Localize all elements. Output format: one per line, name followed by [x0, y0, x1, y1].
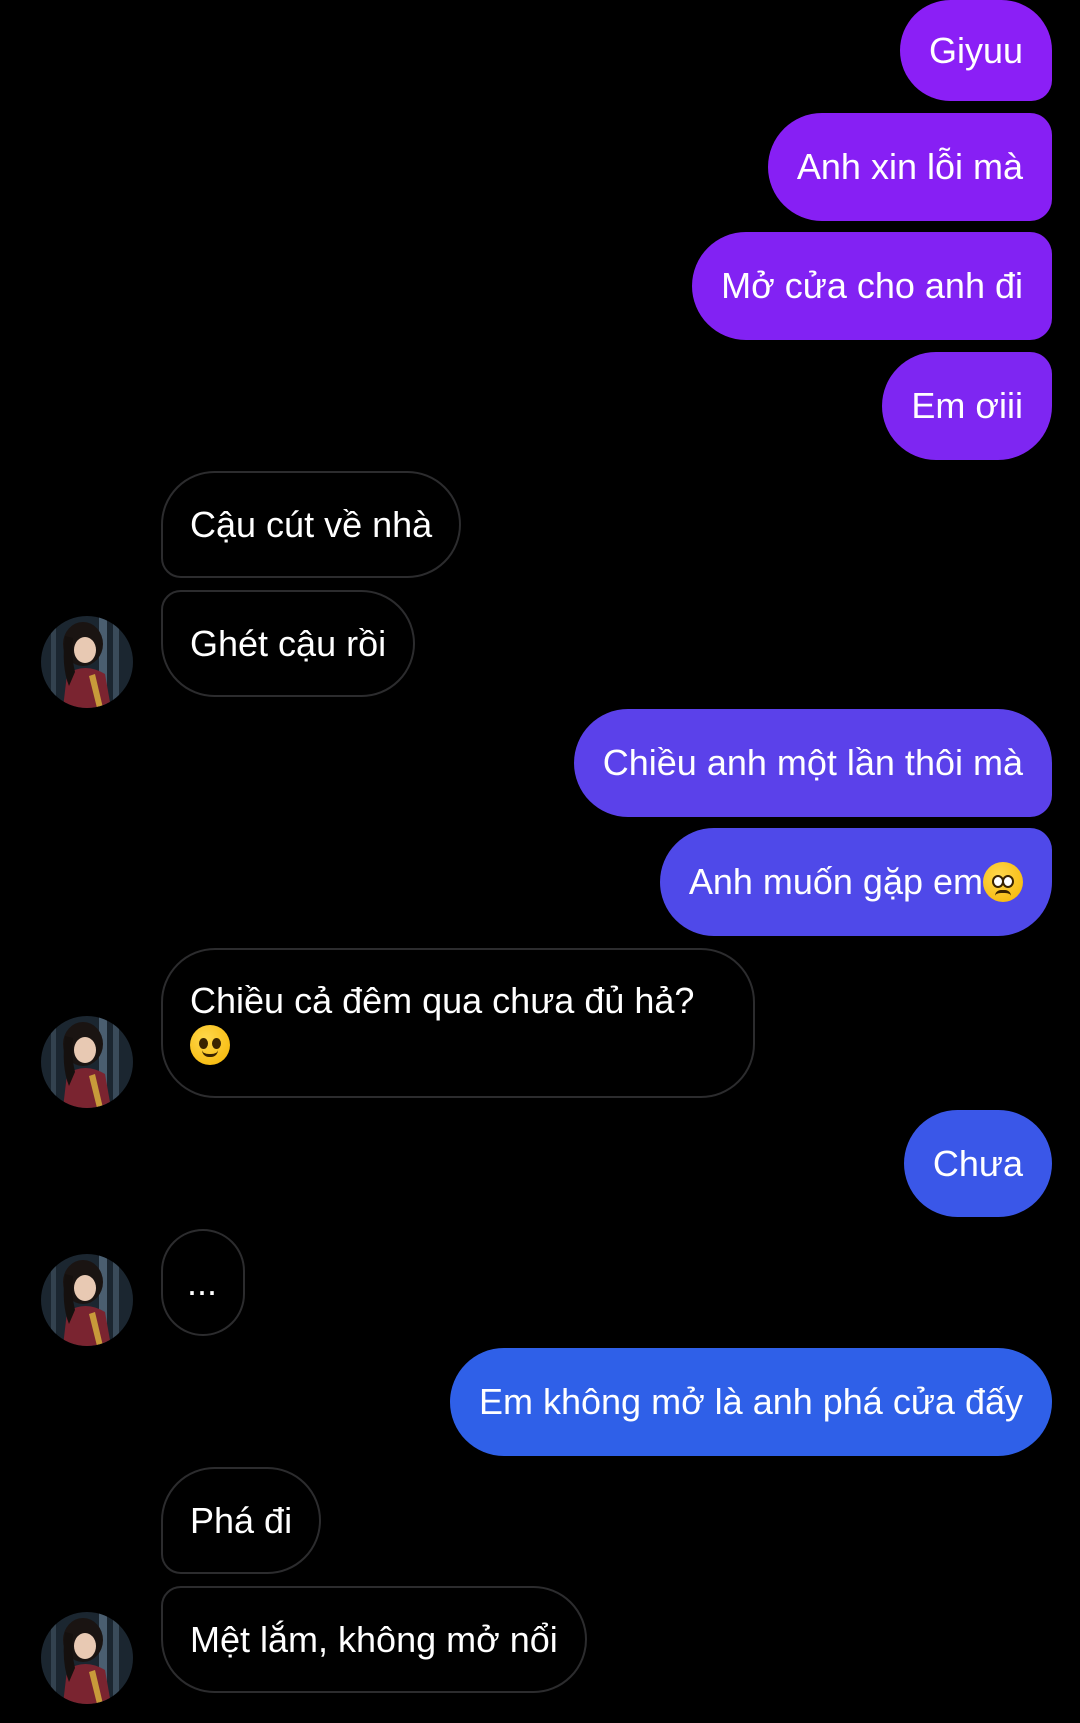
outgoing-message[interactable]: Anh xin lỗi mà: [767, 113, 1052, 221]
pleading-face-emoji: [983, 862, 1023, 902]
incoming-message[interactable]: Phá đi: [161, 1467, 322, 1574]
slight-smile-emoji: [190, 1025, 230, 1065]
avatar-image: [41, 1612, 133, 1704]
avatar-image: [41, 1016, 133, 1108]
outgoing-message[interactable]: Mở cửa cho anh đi: [692, 232, 1052, 340]
message-text: Mệt lắm, không mở nổi: [190, 1618, 558, 1660]
message-text: Anh xin lỗi mà: [796, 146, 1023, 187]
outgoing-message[interactable]: Em ơiii: [882, 352, 1052, 460]
message-text: Chưa: [932, 1142, 1023, 1184]
incoming-message[interactable]: Ghét cậu rồi: [161, 590, 416, 697]
message-text: Giyuu: [928, 29, 1023, 71]
outgoing-message[interactable]: Anh muốn gặp em: [659, 828, 1052, 936]
message-text: Cậu cút về nhà: [190, 503, 433, 545]
avatar-image: [41, 616, 133, 708]
message-text: Anh muốn gặp em: [688, 861, 983, 902]
contact-avatar[interactable]: [41, 1254, 133, 1346]
incoming-message[interactable]: Cậu cút về nhà: [161, 471, 462, 578]
message-text: Em không mở là anh phá cửa đấy: [478, 1381, 1023, 1422]
outgoing-message[interactable]: Chiều anh một lần thôi mà: [573, 709, 1052, 817]
contact-avatar[interactable]: [41, 616, 133, 708]
contact-avatar[interactable]: [41, 1016, 133, 1108]
message-text: Chiều anh một lần thôi mà: [602, 742, 1023, 783]
outgoing-message[interactable]: Giyuu: [899, 0, 1052, 101]
incoming-message[interactable]: Mệt lắm, không mở nổi: [161, 1586, 587, 1693]
message-text: Chiều cả đêm qua chưa đủ hả?: [190, 980, 695, 1021]
message-text: Mở cửa cho anh đi: [721, 265, 1023, 306]
message-text: Ghét cậu rồi: [190, 622, 387, 664]
outgoing-message[interactable]: Em không mở là anh phá cửa đấy: [449, 1348, 1052, 1456]
message-text: Phá đi: [190, 1499, 293, 1541]
avatar-image: [41, 1254, 133, 1346]
contact-avatar[interactable]: [41, 1612, 133, 1704]
message-text: Em ơiii: [911, 385, 1023, 426]
incoming-message[interactable]: Chiều cả đêm qua chưa đủ hả?: [161, 948, 755, 1098]
message-text: ...: [187, 1261, 218, 1303]
incoming-message[interactable]: ...: [161, 1229, 245, 1336]
outgoing-message[interactable]: Chưa: [903, 1110, 1052, 1217]
